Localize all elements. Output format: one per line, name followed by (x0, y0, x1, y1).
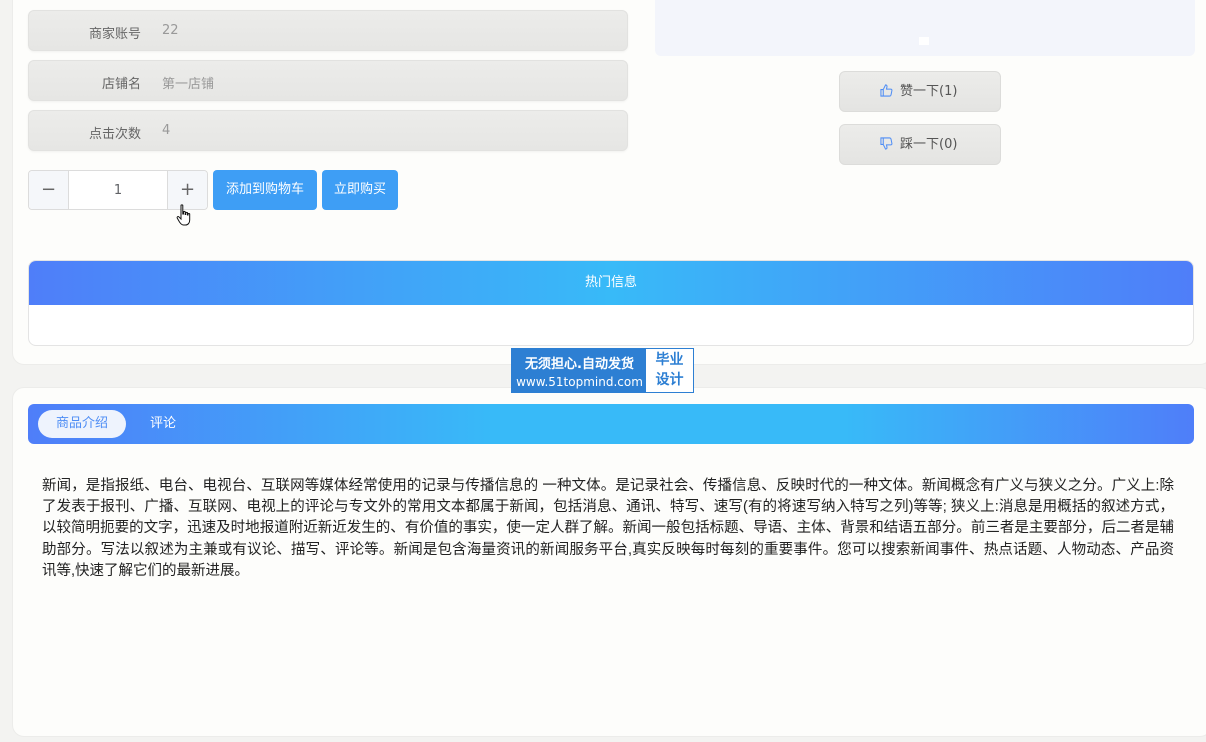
watermark-side2: 设计 (655, 372, 684, 388)
decrease-button[interactable]: − (29, 171, 69, 209)
watermark-main: 无须担心.自动发货 www.51topmind.com (512, 349, 647, 392)
dislike-button[interactable]: 踩一下(0) (839, 124, 1001, 165)
hot-info-title: 热门信息 (29, 261, 1193, 305)
click-count-label: 点击次数 (88, 127, 141, 142)
click-count-value: 4 (162, 123, 171, 138)
dislike-label: 踩一下(0) (900, 137, 958, 152)
info-row-merchant-account: 商家账号 22 (28, 10, 628, 51)
product-description: 新闻，是指报纸、电台、电视台、互联网等媒体经常使用的记录与传播信息的 一种文体。… (42, 478, 1174, 579)
hot-info-panel: 热门信息 (28, 260, 1194, 346)
watermark-line2: www.51topmind.com (516, 375, 643, 389)
shop-name-label: 店铺名 (101, 77, 141, 92)
carousel-indicator[interactable] (919, 37, 929, 45)
hand-pointer-icon (176, 204, 191, 226)
quantity-input[interactable] (69, 171, 167, 209)
tab-product-intro[interactable]: 商品介绍 (38, 410, 126, 438)
merchant-account-label: 商家账号 (88, 27, 141, 42)
product-image-area (655, 0, 1195, 56)
like-label: 赞一下(1) (900, 84, 958, 99)
shop-name-value: 第一店铺 (162, 77, 215, 92)
info-row-shop-name: 店铺名 第一店铺 (28, 60, 628, 101)
add-to-cart-button[interactable]: 添加到购物车 (213, 170, 317, 210)
watermark-side1: 毕业 (655, 352, 684, 368)
watermark-line1: 无须担心.自动发货 (525, 357, 634, 372)
tab-comments[interactable]: 评论 (150, 410, 176, 438)
buy-now-button[interactable]: 立即购买 (322, 170, 398, 210)
like-button[interactable]: 赞一下(1) (839, 71, 1001, 112)
watermark-side: 毕业 设计 (646, 349, 693, 392)
info-row-click-count: 点击次数 4 (28, 110, 628, 151)
merchant-account-value: 22 (162, 23, 179, 38)
thumbs-down-icon (880, 137, 893, 150)
thumbs-up-icon (880, 84, 893, 97)
detail-tab-bar: 商品介绍 评论 (28, 404, 1194, 444)
watermark-logo: 无须担心.自动发货 www.51topmind.com 毕业 设计 (511, 348, 694, 393)
